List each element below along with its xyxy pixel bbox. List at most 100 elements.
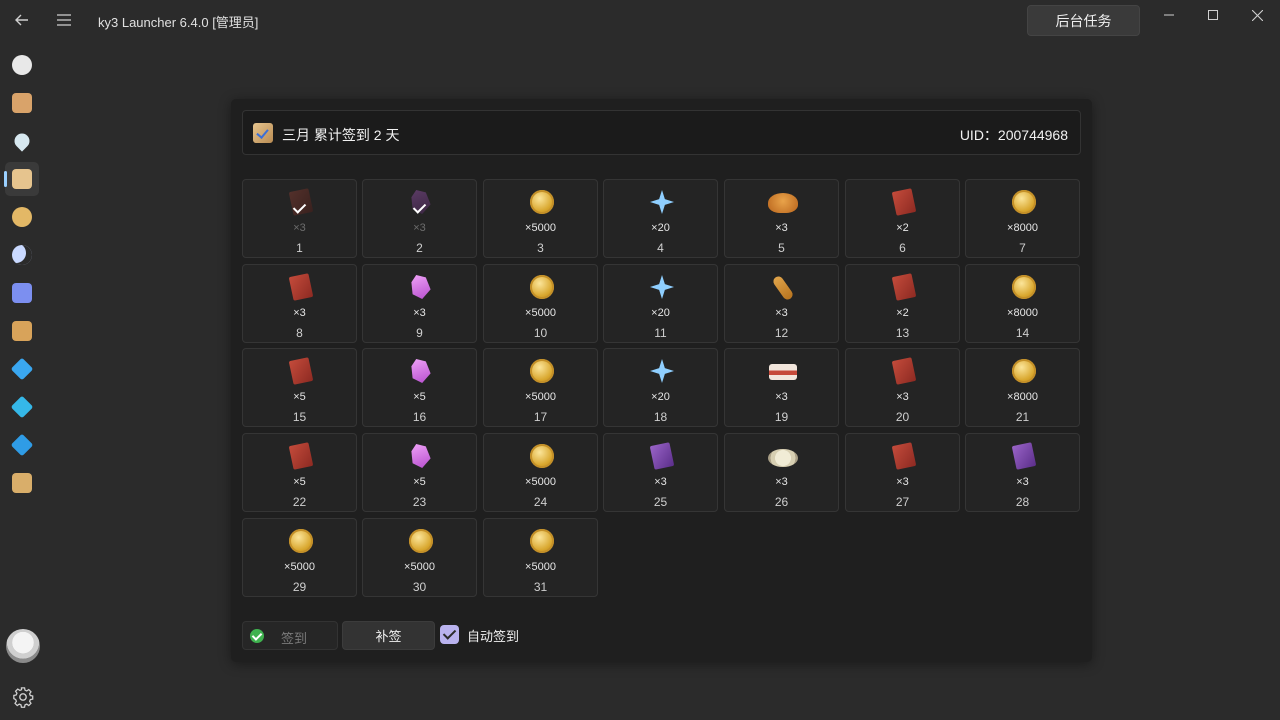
reward-quantity: ×5000: [404, 561, 435, 573]
app-title: ky3 Launcher 6.4.0 [管理员]: [98, 15, 259, 30]
reward-day-number: 12: [774, 326, 789, 340]
coin-icon: [409, 529, 433, 553]
reward-quantity: ×3: [293, 307, 306, 319]
reward-cell-day-22[interactable]: ×5 22: [242, 433, 357, 512]
reward-quantity: ×5: [293, 391, 306, 403]
reward-cell-day-5[interactable]: ×3 5: [724, 179, 839, 258]
minimize-button[interactable]: [1154, 4, 1184, 26]
reward-cell-day-7[interactable]: ×8000 7: [965, 179, 1080, 258]
sidebar-item-wish-scroll[interactable]: [5, 86, 39, 120]
reward-quantity: ×20: [651, 222, 670, 234]
maximize-button[interactable]: [1198, 4, 1228, 26]
reward-day-number: 29: [292, 580, 307, 594]
reward-day-number: 16: [412, 410, 427, 424]
sidebar-item-daily-checkin[interactable]: [4, 162, 39, 196]
sidebar-item-card-game[interactable]: [5, 314, 39, 348]
reward-quantity: ×5000: [525, 391, 556, 403]
reward-cell-day-19[interactable]: ×3 19: [724, 348, 839, 427]
book-icon: [288, 442, 314, 470]
reward-cell-day-20[interactable]: ×3 20: [845, 348, 960, 427]
back-button[interactable]: [8, 6, 36, 34]
reward-cell-day-1[interactable]: ×3 1: [242, 179, 357, 258]
food-meat-icon: [769, 364, 797, 380]
moon-icon: [12, 245, 32, 265]
reward-cell-day-2[interactable]: ×3 2: [362, 179, 477, 258]
reward-quantity: ×3: [896, 476, 909, 488]
reward-quantity: ×20: [651, 307, 670, 319]
close-icon: [1251, 9, 1263, 21]
reward-quantity: ×5000: [284, 561, 315, 573]
book-icon: [891, 357, 917, 385]
title-bar: ky3 Launcher 6.4.0 [管理员] 后台任务: [0, 0, 1280, 40]
scroll-gold-icon: [12, 473, 32, 493]
reward-quantity: ×2: [896, 222, 909, 234]
paimon-icon: [12, 55, 32, 75]
reward-cell-day-15[interactable]: ×5 15: [242, 348, 357, 427]
sidebar-item-scroll-gold[interactable]: [5, 466, 39, 500]
menu-button[interactable]: [50, 6, 78, 34]
makeup-sign-button[interactable]: 补签: [342, 621, 435, 650]
coin-icon: [530, 275, 554, 299]
food-skewer-icon: [771, 274, 795, 302]
sign-in-button[interactable]: 签到: [242, 621, 338, 650]
background-tasks-button[interactable]: 后台任务: [1027, 5, 1140, 36]
reward-day-number: 8: [296, 326, 303, 340]
star-icon: [650, 359, 674, 383]
reward-cell-day-29[interactable]: ×5000 29: [242, 518, 357, 597]
reward-cell-day-24[interactable]: ×5000 24: [483, 433, 598, 512]
reward-cell-day-4[interactable]: ×20 4: [603, 179, 718, 258]
reward-cell-day-6[interactable]: ×2 6: [845, 179, 960, 258]
reward-cell-day-30[interactable]: ×5000 30: [362, 518, 477, 597]
reward-cell-day-8[interactable]: ×3 8: [242, 264, 357, 343]
sidebar-item-star-rail[interactable]: [5, 276, 39, 310]
reward-cell-day-18[interactable]: ×20 18: [603, 348, 718, 427]
reward-cell-day-14[interactable]: ×8000 14: [965, 264, 1080, 343]
uid-label: UID：200744968: [959, 127, 1068, 143]
reward-cell-day-31[interactable]: ×5000 31: [483, 518, 598, 597]
reward-day-number: 22: [292, 495, 307, 509]
close-button[interactable]: [1242, 4, 1272, 26]
checkin-panel: 三月 累计签到 2 天 UID：200744968 ×3 1 ×3 2 ×5000 3 ×2…: [231, 99, 1092, 662]
reward-day-number: 23: [412, 495, 427, 509]
reward-cell-day-9[interactable]: ×3 9: [362, 264, 477, 343]
sidebar-item-diamond-cyan[interactable]: [5, 390, 39, 424]
reward-day-number: 21: [1015, 410, 1030, 424]
reward-cell-day-13[interactable]: ×2 13: [845, 264, 960, 343]
achievement-icon: [12, 207, 32, 227]
reward-day-number: 5: [778, 241, 785, 255]
reward-cell-day-26[interactable]: ×3 26: [724, 433, 839, 512]
reward-cell-day-10[interactable]: ×5000 10: [483, 264, 598, 343]
reward-day-number: 20: [895, 410, 910, 424]
active-indicator: [4, 171, 7, 187]
reward-quantity: ×3: [413, 307, 426, 319]
reward-quantity: ×8000: [1007, 222, 1038, 234]
reward-cell-day-11[interactable]: ×20 11: [603, 264, 718, 343]
reward-day-number: 13: [895, 326, 910, 340]
coin-icon: [1012, 359, 1036, 383]
auto-sign-checkbox[interactable]: [440, 625, 459, 644]
reward-quantity: ×3: [413, 222, 426, 234]
reward-cell-day-28[interactable]: ×3 28: [965, 433, 1080, 512]
reward-cell-day-3[interactable]: ×5000 3: [483, 179, 598, 258]
reward-day-number: 26: [774, 495, 789, 509]
sidebar-item-paimon[interactable]: [5, 48, 39, 82]
reward-cell-day-17[interactable]: ×5000 17: [483, 348, 598, 427]
reward-cell-day-21[interactable]: ×8000 21: [965, 348, 1080, 427]
reward-cell-day-27[interactable]: ×3 27: [845, 433, 960, 512]
sidebar-item-diamond-blue[interactable]: [5, 352, 39, 386]
sidebar-item-diamond-azure[interactable]: [5, 428, 39, 462]
sidebar-item-achievement[interactable]: [5, 200, 39, 234]
sidebar-item-moon[interactable]: [5, 238, 39, 272]
coin-icon: [289, 529, 313, 553]
sidebar-item-location-pin[interactable]: [5, 124, 39, 158]
reward-day-number: 25: [653, 495, 668, 509]
reward-day-number: 9: [416, 326, 423, 340]
reward-day-number: 6: [899, 241, 906, 255]
settings-button[interactable]: [10, 684, 36, 710]
reward-day-number: 30: [412, 580, 427, 594]
reward-cell-day-16[interactable]: ×5 16: [362, 348, 477, 427]
reward-cell-day-12[interactable]: ×3 12: [724, 264, 839, 343]
user-avatar[interactable]: [6, 629, 40, 663]
reward-cell-day-25[interactable]: ×3 25: [603, 433, 718, 512]
reward-cell-day-23[interactable]: ×5 23: [362, 433, 477, 512]
